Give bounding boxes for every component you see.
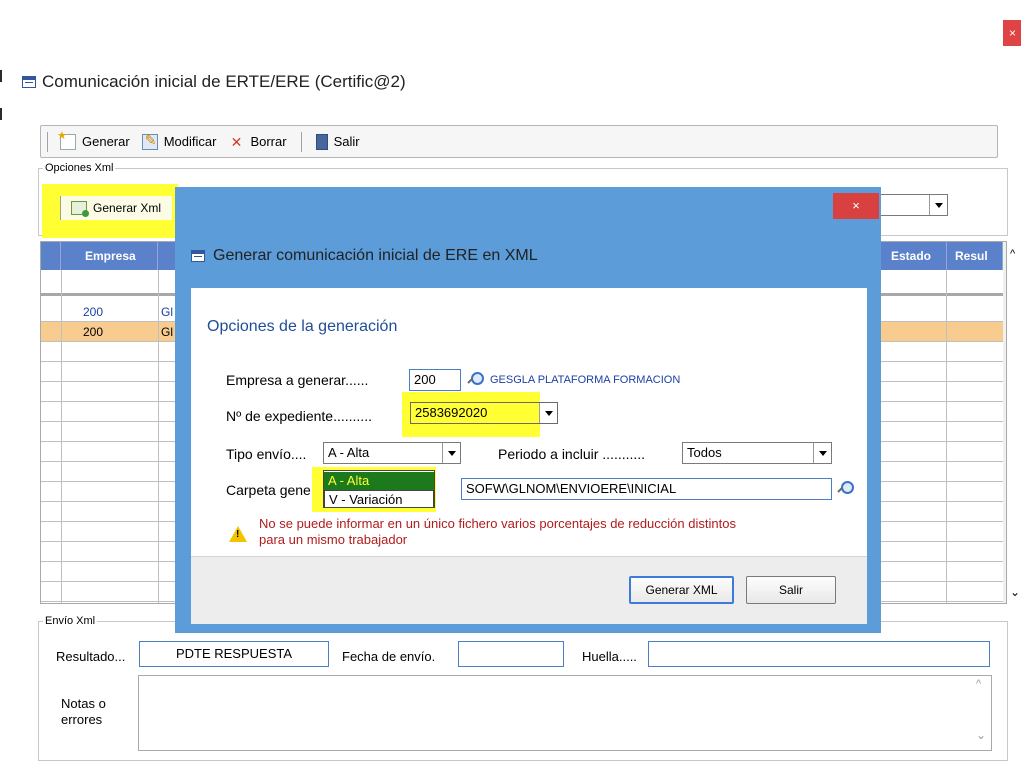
generar-xml-toolbar-button[interactable]: Generar Xml <box>60 196 172 220</box>
expediente-value: 2583692020 <box>415 405 488 420</box>
salir-label: Salir <box>333 134 360 149</box>
warning-icon <box>229 526 247 542</box>
delete-icon: ✕ <box>230 133 243 150</box>
grid-header-indicator <box>41 242 61 270</box>
dialog-title-text: Generar comunicación inicial de ERE en X… <box>213 247 538 264</box>
grid-header-estado[interactable]: Estado <box>883 242 947 270</box>
chevron-down-icon[interactable]: ⌄ <box>976 728 986 742</box>
dropdown-option-variacion[interactable]: V - Variación <box>324 490 434 508</box>
window-icon <box>191 250 205 262</box>
main-toolbar: Generar Modificar ✕ Borrar Salir <box>40 125 998 158</box>
chevron-down-icon[interactable]: ⌄ <box>1010 585 1020 599</box>
fecha-envio-label: Fecha de envío. <box>342 649 436 664</box>
generate-xml-icon <box>71 201 89 217</box>
dialog-close-button[interactable]: × <box>833 193 879 219</box>
warning-line-2: para un mismo trabajador <box>259 532 408 547</box>
expediente-combo[interactable]: 2583692020 <box>410 402 558 424</box>
section-title: Opciones de la generación <box>207 318 398 335</box>
chevron-down-icon[interactable] <box>813 443 831 463</box>
left-edge-mark <box>0 70 2 82</box>
envio-xml-legend: Envío Xml <box>45 615 96 627</box>
tipo-envio-value: A - Alta <box>328 445 370 460</box>
huella-label: Huella..... <box>582 649 637 664</box>
dropdown-option-alta[interactable]: A - Alta <box>324 472 434 490</box>
resultado-field[interactable]: PDTE RESPUESTA <box>139 641 329 667</box>
periodo-label: Periodo a incluir ........... <box>498 446 646 462</box>
search-icon[interactable] <box>466 371 484 389</box>
modificar-button[interactable]: Modificar <box>138 132 221 150</box>
left-edge-mark <box>0 108 2 120</box>
grid-column-line <box>946 270 947 603</box>
grid-column-line <box>61 270 62 603</box>
toolbar-separator <box>300 131 302 152</box>
chevron-up-icon[interactable]: ^ <box>1010 248 1015 260</box>
carpeta-label: Carpeta gene <box>226 482 311 498</box>
cell-nombre: Gl <box>161 325 173 339</box>
generar-xml-label: Generar Xml <box>93 201 162 215</box>
notas-label: Notas o <box>61 696 106 711</box>
chevron-up-icon[interactable]: ^ <box>976 678 981 690</box>
periodo-value: Todos <box>687 445 722 460</box>
cell-empresa: 200 <box>83 325 104 339</box>
salir-button[interactable]: Salir <box>312 133 364 150</box>
grid-scrollbar[interactable] <box>1003 242 1006 603</box>
generar-button[interactable]: Generar <box>56 129 134 150</box>
borrar-button[interactable]: ✕ Borrar <box>224 134 290 150</box>
cell-empresa: 200 <box>83 305 104 319</box>
periodo-combo[interactable]: Todos <box>682 442 832 464</box>
dialog-title: Generar comunicación inicial de ERE en X… <box>191 247 538 265</box>
search-icon[interactable] <box>836 480 854 498</box>
opciones-xml-legend: Opciones Xml <box>45 162 114 174</box>
cell-nombre: Gl <box>161 305 173 319</box>
generar-label: Generar <box>82 134 130 149</box>
huella-field[interactable] <box>648 641 990 667</box>
borrar-label: Borrar <box>250 134 287 149</box>
fecha-envio-field[interactable] <box>458 641 564 667</box>
exit-door-icon <box>315 133 328 150</box>
tipo-envio-combo[interactable]: A - Alta <box>323 442 461 464</box>
notas-textarea[interactable] <box>138 675 992 751</box>
window-title-text: Comunicación inicial de ERTE/ERE (Certif… <box>42 72 406 91</box>
edit-icon <box>141 132 158 150</box>
modificar-label: Modificar <box>163 134 217 149</box>
chevron-down-icon[interactable] <box>539 403 557 423</box>
new-document-icon <box>57 129 76 150</box>
tipo-envio-dropdown-list: A - Alta V - Variación <box>323 470 435 508</box>
errores-label: errores <box>61 712 103 727</box>
window-icon <box>22 76 36 88</box>
expediente-label: Nº de expediente.......... <box>226 408 372 424</box>
generar-xml-button[interactable]: Generar XML <box>629 576 734 604</box>
empresa-name: GESGLA PLATAFORMA FORMACION <box>490 374 681 386</box>
empresa-generar-label: Empresa a generar...... <box>226 372 369 388</box>
resultado-label: Resultado... <box>56 649 126 664</box>
grid-header-resul[interactable]: Resul <box>947 242 1003 270</box>
window-close-button[interactable]: × <box>1003 20 1021 46</box>
dialog-salir-button[interactable]: Salir <box>746 576 836 604</box>
window-title: Comunicación inicial de ERTE/ERE (Certif… <box>22 72 406 92</box>
toolbar-grip <box>47 131 48 152</box>
grid-header-empresa[interactable]: Empresa <box>61 242 158 270</box>
grid-column-line <box>158 270 159 603</box>
chevron-down-icon[interactable] <box>442 443 460 463</box>
tipo-envio-label: Tipo envío.... <box>226 446 307 462</box>
carpeta-input[interactable]: SOFW\GLNOM\ENVIOERE\INICIAL <box>461 478 832 500</box>
chevron-down-icon[interactable] <box>929 195 947 215</box>
warning-line-1: No se puede informar en un único fichero… <box>259 516 736 531</box>
empresa-input[interactable]: 200 <box>409 369 461 391</box>
